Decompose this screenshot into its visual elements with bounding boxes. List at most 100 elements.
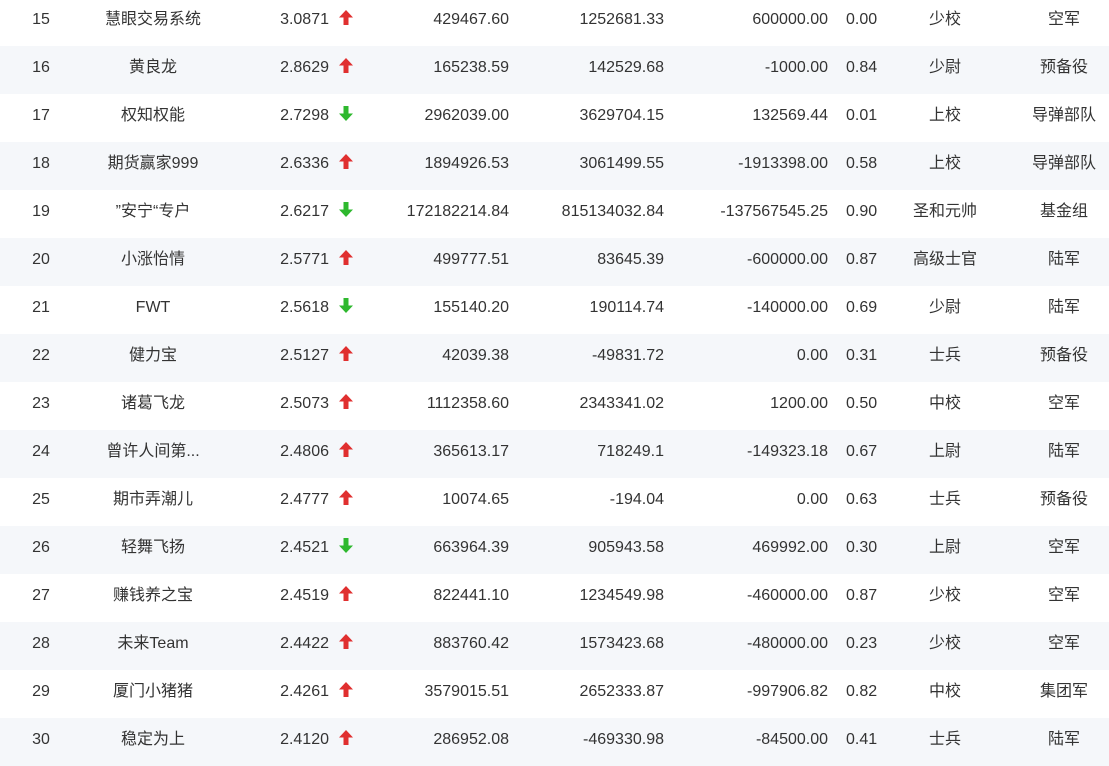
arrow-down-icon xyxy=(338,190,354,238)
rank-title-cell: 上校 xyxy=(928,155,961,172)
rank-title-cell: 少校 xyxy=(928,635,961,652)
value2-cell: 142529.68 xyxy=(588,59,664,76)
value1-cell: 663964.39 xyxy=(433,539,509,556)
rank-cell: 19 xyxy=(32,203,50,220)
value1-cell: 1112358.60 xyxy=(426,395,509,412)
name-cell[interactable]: 稳定为上 xyxy=(78,718,228,766)
value1-cell: 3579015.51 xyxy=(424,683,509,700)
rank-cell: 29 xyxy=(32,683,50,700)
table-row[interactable]: 29 厦门小猪猪 2.4261 3579015.51 2652333.87 -997906… xyxy=(0,670,1109,718)
group-cell: 预备役 xyxy=(1039,491,1088,508)
score-cell: 2.4521 xyxy=(280,539,329,556)
rank-title-cell: 中校 xyxy=(928,395,961,412)
value1-cell: 2962039.00 xyxy=(424,107,509,124)
value1-cell: 1894926.53 xyxy=(424,155,509,172)
value2-cell: 2652333.87 xyxy=(579,683,664,700)
rank-cell: 16 xyxy=(32,59,50,76)
arrow-up-icon xyxy=(338,334,354,382)
value1-cell: 172182214.84 xyxy=(406,203,509,220)
name-cell[interactable]: 黄良龙 xyxy=(78,46,228,94)
value2-cell: 718249.1 xyxy=(597,443,664,460)
name-cell[interactable]: 厦门小猪猪 xyxy=(78,670,228,718)
arrow-down-icon xyxy=(338,94,354,142)
ratio-cell: 0.84 xyxy=(846,59,878,76)
rank-title-cell: 少尉 xyxy=(928,59,961,76)
rank-title-cell: 士兵 xyxy=(928,491,961,508)
table-row[interactable]: 26 轻舞飞扬 2.4521 663964.39 905943.58 469992.00 0… xyxy=(0,526,1109,574)
rank-cell: 26 xyxy=(32,539,50,556)
group-cell: 导弹部队 xyxy=(1031,107,1096,124)
rank-cell: 24 xyxy=(32,443,50,460)
arrow-up-icon xyxy=(338,46,354,94)
ratio-cell: 0.58 xyxy=(846,155,878,172)
name-cell[interactable]: 曾许人间第... xyxy=(78,430,228,478)
rank-cell: 23 xyxy=(32,395,50,412)
value3-cell: 469992.00 xyxy=(752,539,828,556)
name-cell[interactable]: 权知权能 xyxy=(78,94,228,142)
table-row[interactable]: 28 未来Team 2.4422 883760.42 1573423.68 -480000… xyxy=(0,622,1109,670)
value1-cell: 822441.10 xyxy=(433,587,509,604)
table-row[interactable]: 23 诸葛飞龙 2.5073 1112358.60 2343341.02 1200.00 0… xyxy=(0,382,1109,430)
table-row[interactable]: 25 期市弄潮儿 2.4777 10074.65 -194.04 0.00 0.63 士兵 预备… xyxy=(0,478,1109,526)
table-row[interactable]: 22 健力宝 2.5127 42039.38 -49831.72 0.00 0.31 士兵 预备… xyxy=(0,334,1109,382)
name-cell[interactable]: 慧眼交易系统 xyxy=(78,0,228,46)
name-cell[interactable]: 期货赢家999 xyxy=(78,142,228,190)
arrow-up-icon xyxy=(338,670,354,718)
arrow-up-icon xyxy=(338,622,354,670)
value1-cell: 365613.17 xyxy=(433,443,509,460)
name-cell[interactable]: 期市弄潮儿 xyxy=(78,478,228,526)
table-row[interactable]: 27 赚钱养之宝 2.4519 822441.10 1234549.98 -460000.… xyxy=(0,574,1109,622)
value3-cell: 600000.00 xyxy=(752,11,828,28)
rank-cell: 20 xyxy=(32,251,50,268)
arrow-up-icon xyxy=(338,0,354,46)
ratio-cell: 0.69 xyxy=(846,299,878,316)
value3-cell: 1200.00 xyxy=(770,395,828,412)
score-cell: 3.0871 xyxy=(280,11,329,28)
name-cell[interactable]: FWT xyxy=(78,286,228,334)
value2-cell: 3629704.15 xyxy=(579,107,664,124)
name-cell[interactable]: ”安宁“专户 xyxy=(78,190,228,238)
group-cell: 基金组 xyxy=(1039,203,1088,220)
ratio-cell: 0.63 xyxy=(846,491,878,508)
table-row[interactable]: 30 稳定为上 2.4120 286952.08 -469330.98 -84500.00… xyxy=(0,718,1109,766)
score-cell: 2.4806 xyxy=(280,443,329,460)
ratio-cell: 0.82 xyxy=(846,683,878,700)
score-cell: 2.4422 xyxy=(280,635,329,652)
table-row[interactable]: 17 权知权能 2.7298 2962039.00 3629704.15 132569.4… xyxy=(0,94,1109,142)
table-row[interactable]: 15 慧眼交易系统 3.0871 429467.60 1252681.33 600000.… xyxy=(0,0,1109,46)
score-cell: 2.5073 xyxy=(280,395,329,412)
value3-cell: 0.00 xyxy=(796,491,828,508)
value2-cell: 815134032.84 xyxy=(561,203,664,220)
arrow-down-icon xyxy=(338,526,354,574)
rank-cell: 25 xyxy=(32,491,50,508)
score-cell: 2.4519 xyxy=(280,587,329,604)
rank-title-cell: 中校 xyxy=(928,683,961,700)
table-row[interactable]: 21 FWT 2.5618 155140.20 190114.74 -140000.00 0… xyxy=(0,286,1109,334)
name-cell[interactable]: 诸葛飞龙 xyxy=(78,382,228,430)
name-cell[interactable]: 未来Team xyxy=(78,622,228,670)
table-row[interactable]: 24 曾许人间第... 2.4806 365613.17 718249.1 -149323… xyxy=(0,430,1109,478)
score-cell: 2.5771 xyxy=(280,251,329,268)
arrow-up-icon xyxy=(338,430,354,478)
rank-title-cell: 士兵 xyxy=(928,731,961,748)
table-row[interactable]: 20 小涨怡情 2.5771 499777.51 83645.39 -600000.00 0… xyxy=(0,238,1109,286)
name-cell[interactable]: 赚钱养之宝 xyxy=(78,574,228,622)
rank-cell: 17 xyxy=(32,107,50,124)
table-row[interactable]: 16 黄良龙 2.8629 165238.59 142529.68 -1000.00 0.8… xyxy=(0,46,1109,94)
name-cell[interactable]: 健力宝 xyxy=(78,334,228,382)
arrow-up-icon xyxy=(338,718,354,766)
score-cell: 2.7298 xyxy=(280,107,329,124)
value3-cell: -149323.18 xyxy=(747,443,828,460)
score-cell: 2.8629 xyxy=(280,59,329,76)
value1-cell: 42039.38 xyxy=(442,347,509,364)
name-cell[interactable]: 轻舞飞扬 xyxy=(78,526,228,574)
rank-title-cell: 上校 xyxy=(928,107,961,124)
arrow-up-icon xyxy=(338,382,354,430)
ranking-table: 15 慧眼交易系统 3.0871 429467.60 1252681.33 600000.… xyxy=(0,0,1109,766)
table-row[interactable]: 18 期货赢家999 2.6336 1894926.53 3061499.55 -1913… xyxy=(0,142,1109,190)
group-cell: 集团军 xyxy=(1039,683,1088,700)
group-cell: 空军 xyxy=(1047,11,1080,28)
name-cell[interactable]: 小涨怡情 xyxy=(78,238,228,286)
table-row[interactable]: 19 ”安宁“专户 2.6217 172182214.84 815134032.84 -1… xyxy=(0,190,1109,238)
value2-cell: 1252681.33 xyxy=(579,11,664,28)
